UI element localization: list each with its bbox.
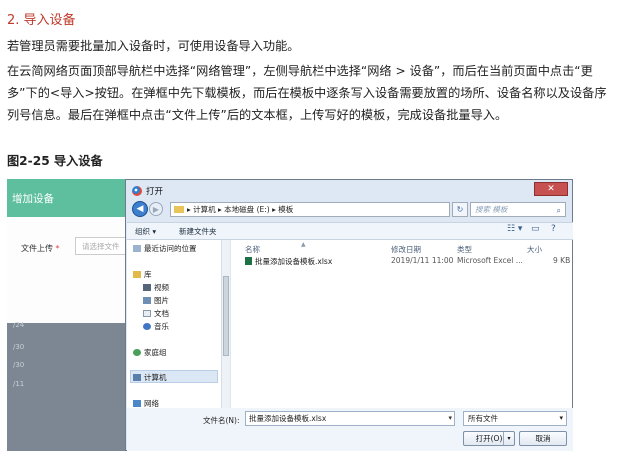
required-mark: * [55, 244, 60, 253]
view-options-icon[interactable]: ☷ ▾ [507, 224, 522, 234]
network-icon [133, 400, 141, 407]
open-file-dialog: 打开 ✕ ◀ ▶ ▸ 计算机 ▸ 本地磁盘 (E:) ▸ 模板 ↻ 搜索 模板 … [125, 179, 573, 451]
add-device-title: 增加设备 [12, 193, 54, 205]
forward-button[interactable]: ▶ [149, 202, 163, 216]
back-button[interactable]: ◀ [132, 201, 148, 217]
music-icon [143, 323, 151, 330]
nav-item-videos[interactable]: 视频 [143, 282, 169, 293]
chevron-down-icon[interactable]: ▾ [503, 432, 514, 445]
nav-item-library[interactable]: 库 [133, 269, 152, 280]
nav-item-recent[interactable]: 最近访问的位置 [133, 243, 197, 254]
file-modified: 2019/1/11 11:00 [391, 256, 454, 265]
dialog-toolbar: 组织 ▾ 新建文件夹 ☷ ▾ ▭ ? [127, 222, 573, 240]
folder-icon [174, 206, 184, 213]
add-device-form: 文件上传 * 请选择文件 [7, 217, 135, 323]
nav-item-homegroup[interactable]: 家庭组 [133, 347, 167, 358]
background-page: 增加设备 文件上传 * 请选择文件 /24 /30 /30 /11 [7, 179, 135, 451]
navigation-row: ◀ ▶ ▸ 计算机 ▸ 本地磁盘 (E:) ▸ 模板 ↻ 搜索 模板 ⌕ [130, 200, 570, 220]
recent-places-icon [133, 245, 141, 252]
filename-input[interactable]: 批量添加设备模板.xlsx ▾ [245, 411, 455, 426]
chevron-down-icon[interactable]: ▾ [448, 412, 452, 425]
nav-item-pictures[interactable]: 图片 [143, 295, 169, 306]
dialog-title: 打开 [146, 187, 164, 197]
chevron-down-icon: ▾ [559, 414, 563, 422]
organize-button[interactable]: 组织 ▾ [135, 226, 156, 237]
section-heading: 2. 导入设备 [7, 13, 76, 28]
steps-paragraph: 在云简网络页面顶部导航栏中选择“网络管理”，左侧导航栏中选择“网络 > 设备”，… [7, 64, 607, 122]
address-bar[interactable]: ▸ 计算机 ▸ 本地磁盘 (E:) ▸ 模板 [170, 202, 450, 217]
homegroup-icon [133, 349, 141, 356]
video-icon [143, 284, 151, 291]
excel-file-icon [245, 257, 252, 265]
file-name: 批量添加设备模板.xlsx [245, 256, 332, 267]
search-icon: ⌕ [556, 206, 561, 215]
search-input[interactable]: 搜索 模板 ⌕ [470, 202, 566, 217]
preview-pane-icon[interactable]: ▭ [531, 224, 540, 234]
help-icon[interactable]: ? [551, 224, 556, 234]
nav-scrollbar[interactable] [221, 240, 230, 408]
picture-icon [143, 297, 151, 304]
intro-paragraph: 若管理员需要批量加入设备时，可使用设备导入功能。 [7, 39, 300, 53]
new-folder-button[interactable]: 新建文件夹 [179, 226, 217, 237]
file-type: Microsoft Excel ... [457, 256, 523, 265]
sort-arrow-icon: ▲ [301, 241, 306, 248]
nav-scrollbar-thumb[interactable] [223, 276, 229, 356]
table-row: /11 [13, 380, 25, 388]
screenshot-figure: 增加设备 文件上传 * 请选择文件 /24 /30 /30 /11 打开 ✕ ◀… [7, 179, 573, 451]
chrome-icon [132, 186, 142, 196]
navigation-pane: 最近访问的位置 库 视频 图片 文档 音乐 家庭组 计算机 网络 [127, 240, 222, 408]
figure-caption: 图2-25 导入设备 [7, 154, 103, 168]
add-device-header: 增加设备 [7, 179, 135, 217]
filename-label: 文件名(N): [203, 416, 240, 425]
library-icon [133, 271, 141, 278]
nav-item-computer[interactable]: 计算机 [133, 372, 167, 383]
nav-item-music[interactable]: 音乐 [143, 321, 169, 332]
computer-icon [133, 374, 141, 381]
table-row: /30 [13, 343, 25, 351]
close-button[interactable]: ✕ [534, 182, 568, 196]
nav-item-network[interactable]: 网络 [133, 398, 159, 408]
breadcrumb: ▸ 计算机 ▸ 本地磁盘 (E:) ▸ 模板 [187, 205, 294, 214]
open-button[interactable]: 打开(O) ▾ [463, 431, 515, 446]
dialog-footer: 文件名(N): 批量添加设备模板.xlsx ▾ 所有文件 ▾ 打开(O) ▾ 取… [127, 408, 573, 451]
nav-item-documents[interactable]: 文档 [143, 308, 169, 319]
cancel-button[interactable]: 取消 [519, 431, 567, 446]
refresh-button[interactable]: ↻ [452, 202, 468, 217]
file-size: 9 KB [553, 256, 571, 265]
table-row: /30 [13, 361, 25, 369]
document-icon [143, 310, 151, 317]
file-row[interactable]: 批量添加设备模板.xlsx 2019/1/11 11:00 Microsoft … [231, 254, 571, 268]
file-list: 名称 ▲ 修改日期 类型 大小 批量添加设备模板.xlsx 2019/1/11 … [231, 240, 572, 408]
table-row: /24 [13, 321, 25, 329]
filetype-select[interactable]: 所有文件 ▾ [463, 411, 567, 426]
file-upload-label: 文件上传 * [21, 244, 60, 253]
